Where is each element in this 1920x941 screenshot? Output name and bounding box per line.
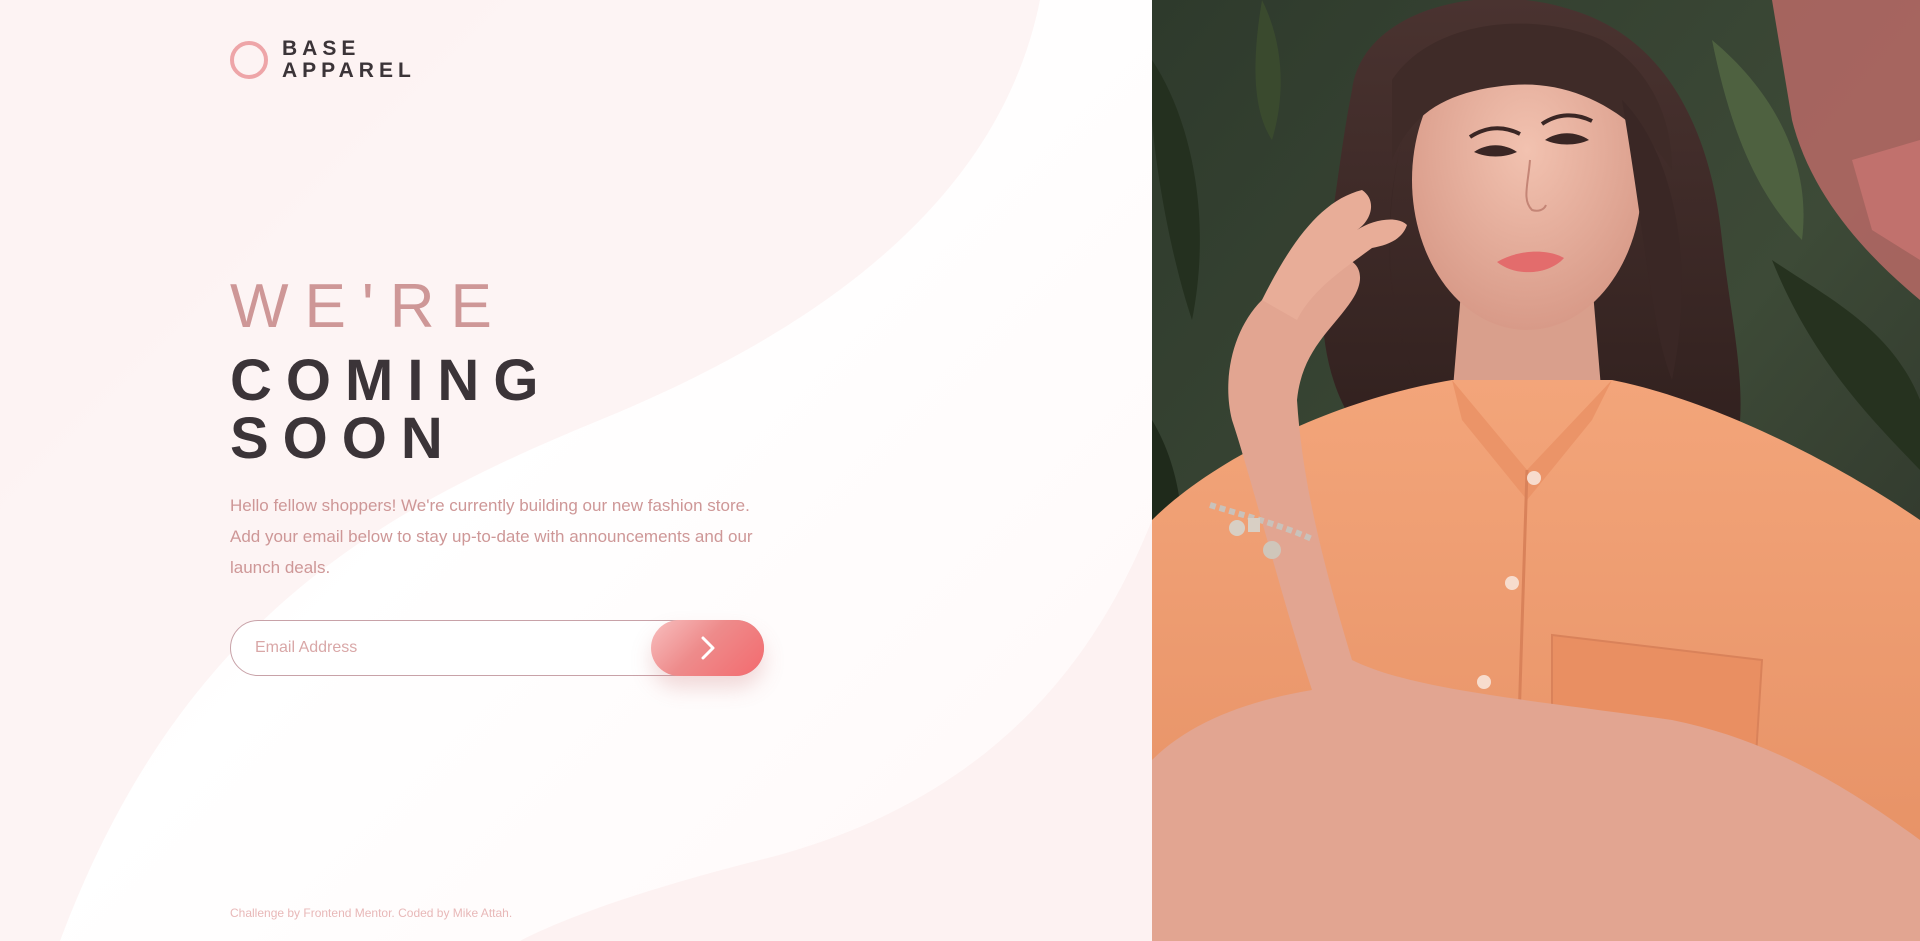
page-headline: WE'RE COMING SOON bbox=[230, 272, 552, 468]
hero-image bbox=[1152, 0, 1920, 941]
headline-dark-line-2: SOON bbox=[230, 406, 457, 471]
email-input[interactable] bbox=[255, 621, 655, 675]
background-wave bbox=[0, 0, 1152, 941]
headline-dark-line-1: COMING bbox=[230, 348, 553, 413]
content-panel: BASE APPAREL WE'RE COMING SOON Hello fel… bbox=[0, 0, 1152, 941]
logo-text: BASE APPAREL bbox=[282, 38, 416, 82]
headline-light: WE'RE bbox=[230, 272, 508, 341]
description-text: Hello fellow shoppers! We're currently b… bbox=[230, 496, 753, 577]
submit-button[interactable] bbox=[651, 620, 764, 676]
logo-line-2: APPAREL bbox=[282, 59, 416, 82]
chevron-right-icon bbox=[701, 636, 714, 660]
logo-line-1: BASE bbox=[282, 37, 361, 60]
hero-photo bbox=[1152, 0, 1920, 941]
subscribe-form bbox=[230, 620, 764, 676]
brand-logo[interactable]: BASE APPAREL bbox=[230, 38, 416, 82]
footer-credit: Challenge by Frontend Mentor. Coded by M… bbox=[230, 906, 513, 920]
ring-icon bbox=[230, 41, 268, 79]
